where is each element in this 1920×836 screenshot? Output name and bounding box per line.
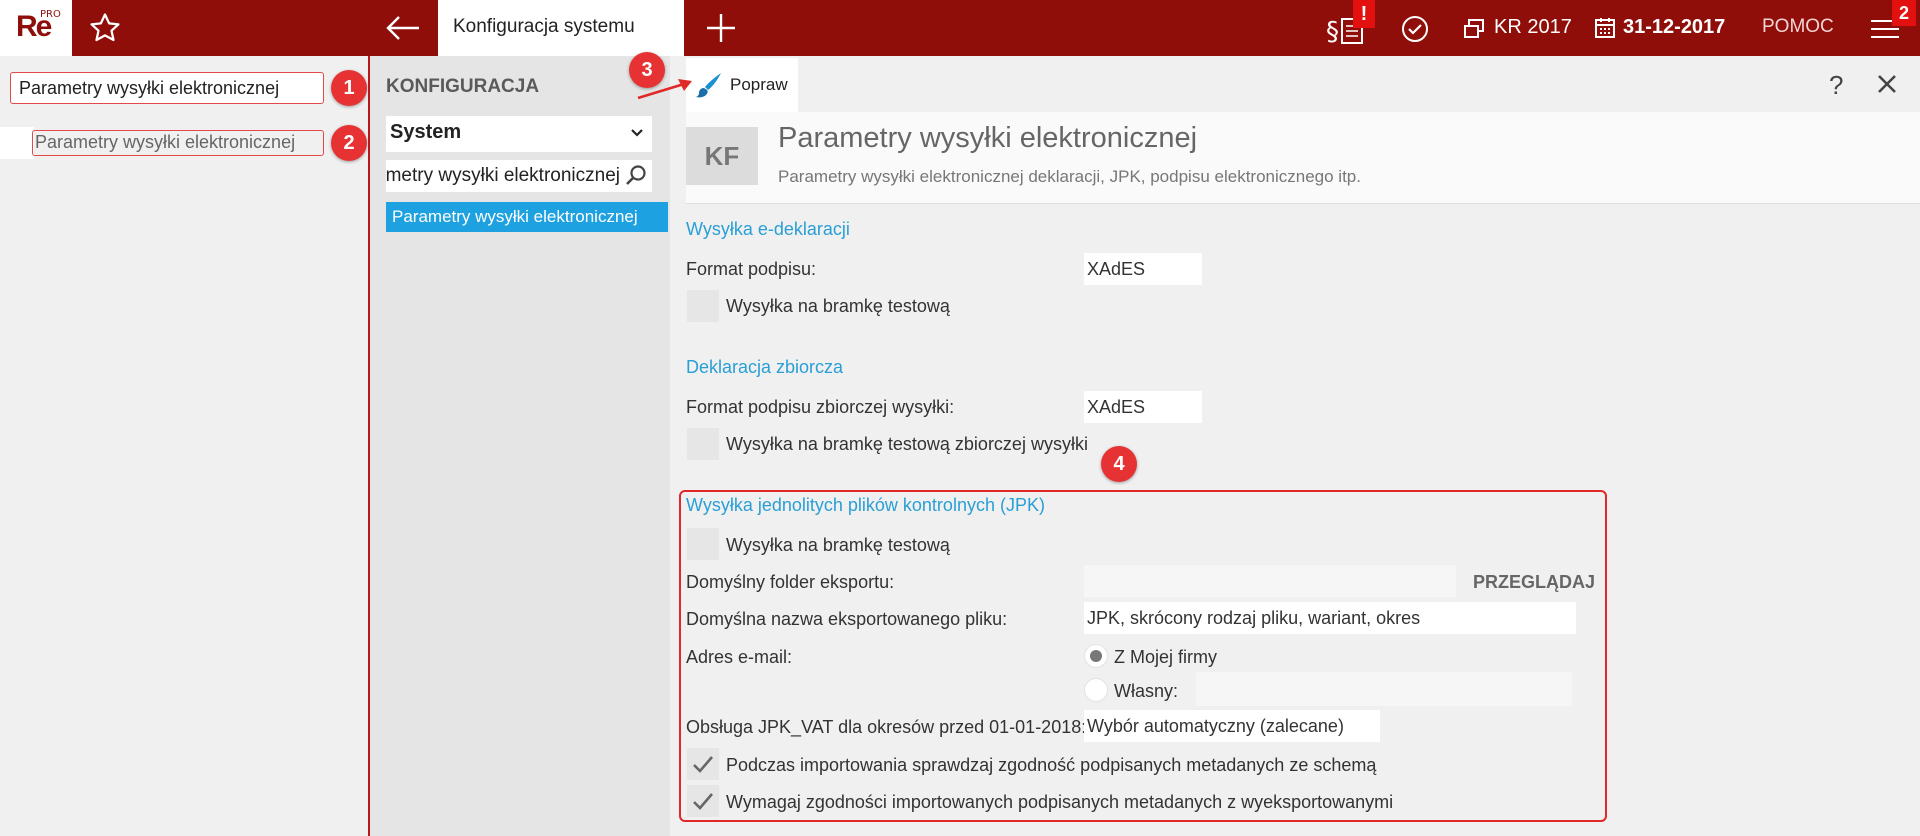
page-subtitle: Parametry wysyłki elektronicznej deklara… [778,167,1361,186]
config-result-item[interactable]: Parametry wysyłki elektronicznej [386,202,668,232]
collective-format-field[interactable]: XAdES [1084,391,1202,423]
callout-arrow [637,79,692,100]
tab-konfiguracja-systemu[interactable]: Konfiguracja systemu [438,0,684,56]
section-collective-title: Deklaracja zbiorcza [686,357,844,377]
signature-format-label: Format podpisu: [686,259,817,279]
jpk-test-checkbox[interactable] [687,528,719,560]
email-own-field[interactable] [1196,672,1572,706]
email-own-label: Własny: [1114,681,1179,701]
section-edeclaration-title: Wysyłka e-deklaracji [686,219,850,239]
left-result-marker [0,127,34,159]
tab-label: Konfiguracja systemu [453,16,635,37]
module-select-value: System [390,121,462,143]
callout-1: 1 [331,70,367,106]
config-search-value: Parametry wysyłki elektronicznej [386,165,620,186]
jpk-vat-select[interactable]: Wybór automatyczny (zalecane) [1084,710,1380,742]
collective-test-checkbox[interactable] [687,428,719,460]
edit-button-label: Popraw [730,75,788,94]
back-arrow-icon[interactable] [383,10,423,46]
left-result-label: Parametry wysyłki elektronicznej [35,132,296,152]
signature-format-value: XAdES [1087,259,1146,279]
left-pane [0,56,368,836]
collective-format-label: Format podpisu zbiorczej wysyłki: [686,397,955,417]
jpk-vat-label: Obsługa JPK_VAT dla okresów przed 01-01-… [686,717,1087,737]
windows-icon[interactable] [1463,19,1485,39]
edecl-test-checkbox[interactable] [687,290,719,322]
star-icon[interactable] [88,11,122,45]
plus-icon[interactable] [703,10,739,46]
config-nav-title: KONFIGURACJA [386,76,540,97]
email-company-radio[interactable] [1084,644,1108,668]
email-company-label: Z Mojej firmy [1114,647,1217,667]
svg-text:§: § [1326,17,1339,46]
email-own-radio[interactable] [1084,678,1108,702]
check-circle-icon[interactable] [1400,14,1430,44]
metadata-export-label: Wymagaj zgodności importowanych podpisan… [726,792,1394,812]
close-icon[interactable] [1877,74,1897,94]
chevron-down-icon [631,129,643,137]
fiscal-year[interactable]: KR 2017 [1494,16,1572,39]
export-folder-field[interactable] [1084,565,1456,597]
checkmark-icon [693,756,713,773]
calendar-icon[interactable] [1594,17,1616,39]
export-folder-label: Domyślny folder eksportu: [686,572,895,592]
menu-badge: 2 [1892,0,1916,26]
callout-4: 4 [1101,446,1137,482]
header-badge: KF [686,127,758,185]
working-date[interactable]: 31-12-2017 [1623,16,1725,39]
section-jpk-title: Wysyłka jednolitych plików kontrolnych (… [686,495,1045,515]
checkmark-icon [693,793,713,810]
edecl-test-label: Wysyłka na bramkę testową [726,296,950,316]
jpk-test-label: Wysyłka na bramkę testową [726,535,950,555]
module-select[interactable]: System [386,116,652,152]
left-result-item[interactable]: Parametry wysyłki elektronicznej [0,127,324,159]
config-search-input[interactable]: Parametry wysyłki elektronicznej [386,160,652,192]
export-filename-field[interactable]: JPK, skrócony rodzaj pliku, wariant, okr… [1084,602,1576,634]
left-search-field[interactable]: Parametry wysyłki elektronicznej [10,72,324,104]
metadata-schema-label: Podczas importowania sprawdzaj zgodność … [726,755,1377,775]
help-button[interactable]: ? [1829,70,1843,101]
app-logo[interactable]: Re PRO [0,0,72,56]
page-title: Parametry wysyłki elektronicznej [778,122,1198,154]
collective-test-label: Wysyłka na bramkę testową zbiorczej wysy… [726,434,1088,454]
export-filename-value: JPK, skrócony rodzaj pliku, wariant, okr… [1087,608,1421,628]
edit-button[interactable]: Popraw [686,58,798,112]
brush-icon [696,73,721,98]
callout-2: 2 [331,125,367,161]
help-link[interactable]: POMOC [1762,16,1834,38]
config-result-label: Parametry wysyłki elektronicznej [392,207,638,226]
signature-format-field[interactable]: XAdES [1084,253,1202,285]
logo-sup: PRO [40,9,61,20]
left-search-value: Parametry wysyłki elektronicznej [19,78,280,98]
collective-format-value: XAdES [1087,397,1146,417]
jpk-vat-value: Wybór automatyczny (zalecane) [1087,716,1344,736]
alert-badge: ! [1353,0,1375,28]
browse-button[interactable]: PRZEGLĄDAJ [1473,572,1595,593]
export-filename-label: Domyślna nazwa eksportowanego pliku: [686,609,1008,629]
email-label: Adres e-mail: [686,647,793,667]
metadata-schema-checkbox[interactable] [687,748,719,780]
search-icon[interactable] [624,164,648,188]
metadata-export-checkbox[interactable] [687,785,719,817]
